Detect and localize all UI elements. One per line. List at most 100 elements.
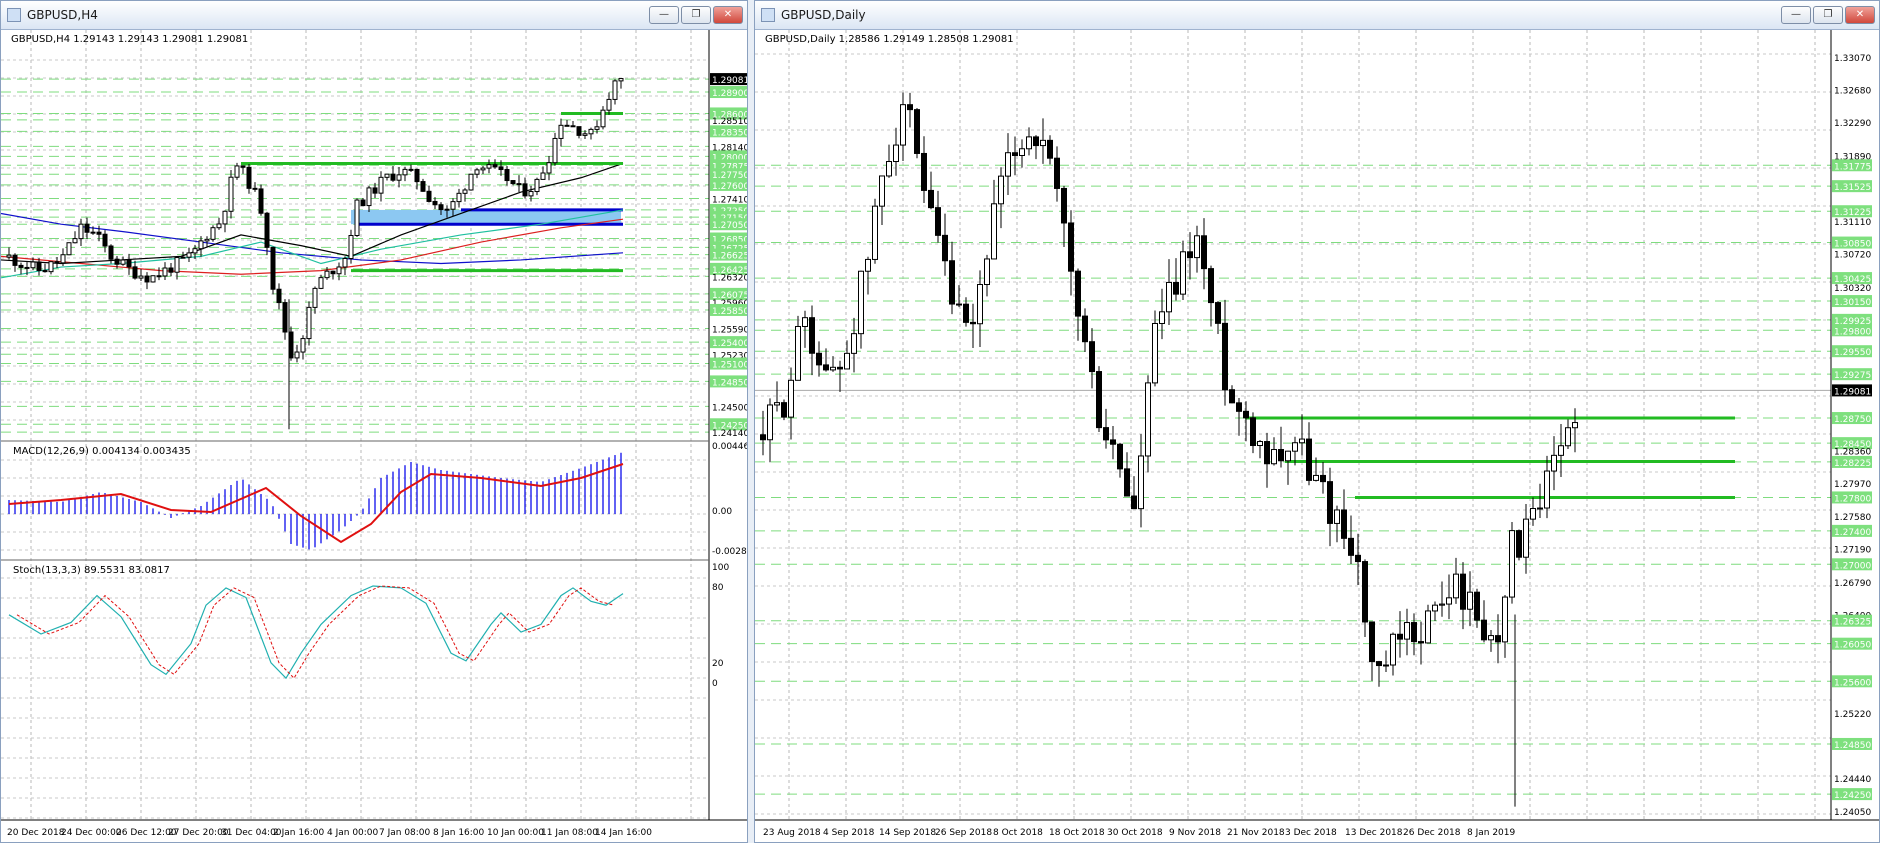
daily-chart-window[interactable]: GBPUSD,Daily — ❐ ✕ 1.33070 1.32680 1.32290… [754, 0, 1880, 843]
candle-body [528, 191, 534, 197]
candle-body [1159, 311, 1165, 324]
candle-body [390, 173, 396, 181]
price-scale-label: 1.27190 [1834, 545, 1871, 555]
candle-body [1236, 402, 1242, 412]
candle-body [900, 104, 906, 146]
close-button[interactable]: ✕ [713, 6, 743, 24]
candle-body [576, 126, 582, 136]
candle-body [456, 192, 462, 203]
candle-body [414, 168, 420, 183]
candle-body [204, 238, 210, 242]
candle-body [1320, 474, 1326, 483]
candle-body [72, 238, 78, 244]
daily-chart-canvas[interactable]: 1.330701.326801.322901.318901.317751.315… [755, 30, 1880, 843]
price-scale-label: 1.24440 [1834, 775, 1871, 785]
candle-body [606, 98, 612, 111]
candle-body [1285, 450, 1291, 462]
candle-body [252, 187, 258, 190]
candle-body [1446, 597, 1452, 605]
maximize-button[interactable]: ❐ [681, 6, 711, 24]
daily-title-bar[interactable]: GBPUSD,Daily — ❐ ✕ [755, 1, 1879, 30]
candle-body [300, 338, 306, 353]
candle-body [1145, 382, 1151, 457]
candle-body [858, 270, 864, 335]
candle-body [1411, 622, 1417, 643]
candle-body [956, 303, 962, 306]
price-scale-label: 1.25600 [1834, 678, 1871, 688]
candle-body [1376, 661, 1382, 667]
price-scale-label: 1.24250 [1834, 791, 1871, 801]
candle-body [1565, 427, 1571, 447]
candle-body [1313, 474, 1319, 481]
candle-body [1299, 438, 1305, 444]
candle-body [921, 152, 927, 191]
price-scale-label: 1.29275 [1834, 371, 1871, 381]
candle-body [132, 266, 138, 279]
price-scale-label: 1.28750 [1834, 415, 1871, 425]
candle-body [1264, 441, 1270, 465]
candle-body [54, 261, 60, 264]
candle-body [1075, 270, 1081, 317]
candle-body [18, 264, 24, 268]
time-axis-label: 10 Jan 00:00 [487, 828, 544, 838]
macd-scale-label: -0.002871 [712, 547, 748, 557]
h4-chart-window[interactable]: GBPUSD,H4 — ❐ ✕ 1.29081 1.28900 1.28600 1.2… [0, 0, 748, 843]
price-scale-label: 1.33070 [1834, 54, 1871, 64]
candle-body [774, 402, 780, 406]
candle-body [1229, 389, 1235, 404]
candle-body [1516, 530, 1522, 558]
candle-body [432, 200, 438, 206]
time-axis-label: 30 Oct 2018 [1107, 828, 1163, 838]
candle-body [174, 257, 180, 273]
h4-title-bar[interactable]: GBPUSD,H4 — ❐ ✕ [1, 1, 747, 30]
time-axis-label: 23 Aug 2018 [763, 828, 821, 838]
minimize-button[interactable]: — [1781, 6, 1811, 24]
candle-body [246, 166, 252, 189]
candle-body [366, 187, 372, 207]
candle-body [1537, 507, 1543, 510]
candle-body [795, 325, 801, 381]
candle-body [1180, 251, 1186, 295]
candle-body [396, 174, 402, 181]
candle-body [594, 126, 600, 130]
time-axis-label: 3 Dec 2018 [1285, 828, 1337, 838]
candle-body [767, 404, 773, 441]
daily-chart-header: GBPUSD,Daily 1.28586 1.29149 1.28508 1.2… [765, 34, 1014, 45]
candle-body [438, 204, 444, 211]
candle-body [510, 180, 516, 185]
time-axis-label: 4 Sep 2018 [823, 828, 875, 838]
time-axis-label: 14 Sep 2018 [879, 828, 936, 838]
candle-body [1208, 268, 1214, 304]
candle-body [504, 169, 510, 182]
candle-body [570, 125, 576, 128]
chart-window-icon [7, 8, 21, 22]
minimize-button[interactable]: — [649, 6, 679, 24]
candle-body [844, 352, 850, 370]
candle-body [138, 275, 144, 279]
h4-window-title: GBPUSD,H4 [27, 8, 98, 22]
candle-body [552, 137, 558, 164]
price-scale-label: 1.25400 [712, 339, 748, 349]
candle-body [781, 402, 787, 418]
candle-body [991, 203, 997, 260]
price-scale-label: 1.27050 [712, 221, 748, 231]
candle-body [6, 254, 12, 258]
price-scale-label: 1.29800 [1834, 327, 1871, 337]
candle-body [1488, 635, 1494, 641]
price-scale-label: 1.31775 [1834, 162, 1871, 172]
candle-body [30, 261, 36, 269]
maximize-button[interactable]: ❐ [1813, 6, 1843, 24]
price-scale-label: 1.32680 [1834, 87, 1871, 97]
candle-body [1005, 152, 1011, 177]
candle-body [802, 317, 808, 327]
price-scale-label: 1.26325 [1834, 618, 1871, 628]
candle-body [1439, 603, 1445, 606]
candle-body [480, 167, 486, 171]
candle-body [126, 259, 132, 268]
candle-body [1131, 495, 1137, 510]
price-scale-label: 1.24140 [712, 429, 748, 439]
price-scale-label: 1.27400 [1834, 528, 1871, 538]
candle-body [1068, 222, 1074, 272]
close-button[interactable]: ✕ [1845, 6, 1875, 24]
h4-chart-canvas[interactable]: 1.290811.289001.286001.285101.283501.281… [1, 30, 748, 843]
